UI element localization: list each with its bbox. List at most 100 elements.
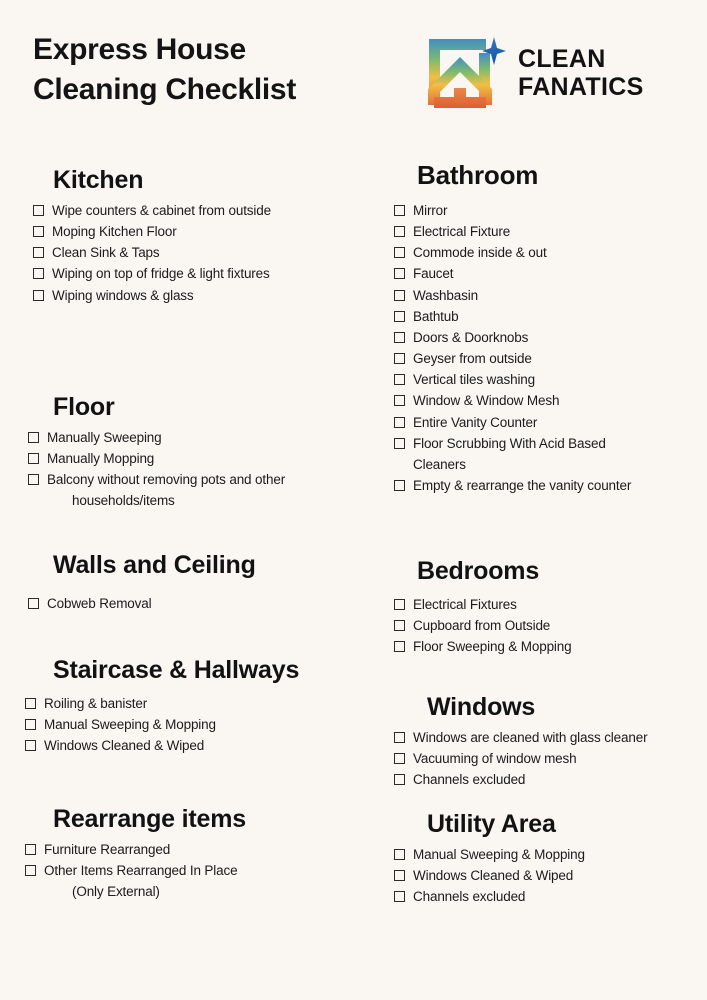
- checklist-item-label: Cobweb Removal: [47, 596, 152, 611]
- checklist-item[interactable]: Cobweb Removal: [28, 594, 383, 613]
- checklist-item[interactable]: Manual Sweeping & Mopping: [25, 715, 383, 734]
- checklist-item[interactable]: Wiping on top of fridge & light fixtures: [33, 264, 383, 283]
- checkbox-icon[interactable]: [25, 698, 36, 709]
- section-title-staircase-and-hallways: Staircase & Hallways: [53, 656, 300, 684]
- section-kitchen: Kitchen Wipe counters & cabinet from out…: [33, 166, 383, 307]
- checkbox-icon[interactable]: [394, 226, 405, 238]
- section-windows: Windows Windows are cleaned with glass c…: [394, 693, 707, 791]
- checkbox-icon[interactable]: [394, 599, 405, 610]
- checklist-item-label: Roiling & banister: [44, 696, 148, 711]
- checklist-item[interactable]: Faucet: [394, 264, 707, 283]
- checklist-item[interactable]: Windows Cleaned & Wiped: [25, 736, 383, 755]
- checklist-utility-area: Manual Sweeping & Mopping Windows Cleane…: [394, 845, 707, 906]
- checklist-item[interactable]: Furniture Rearranged: [25, 840, 383, 859]
- section-title-kitchen: Kitchen: [53, 166, 144, 194]
- checkbox-icon[interactable]: [394, 437, 405, 449]
- checkbox-icon[interactable]: [33, 226, 44, 238]
- checklist-item[interactable]: Bathtub: [394, 307, 707, 326]
- checklist-item[interactable]: Mirror: [394, 201, 707, 220]
- checkbox-icon[interactable]: [394, 774, 405, 786]
- checklist-item-label: Entire Vanity Counter: [413, 414, 538, 430]
- checkbox-icon[interactable]: [28, 432, 39, 443]
- checklist-item[interactable]: Clean Sink & Taps: [33, 243, 383, 262]
- checklist-item-label: Manual Sweeping & Mopping: [413, 847, 585, 862]
- checklist-item[interactable]: Cupboard from Outside: [394, 616, 707, 635]
- checkbox-icon[interactable]: [394, 732, 405, 743]
- checklist-item-label: Faucet: [413, 266, 454, 282]
- section-bedrooms: Bedrooms Electrical Fixtures Cupboard fr…: [394, 557, 707, 658]
- checklist-item[interactable]: Other Items Rearranged In Place: [25, 861, 383, 880]
- brand-name: CLEAN FANATICS: [518, 45, 644, 101]
- checkbox-icon[interactable]: [25, 844, 36, 855]
- checklist-item[interactable]: Floor Scrubbing With Acid Based: [394, 434, 707, 453]
- checklist-item-label: Windows Cleaned & Wiped: [413, 868, 574, 884]
- checkbox-icon[interactable]: [394, 849, 405, 860]
- checkbox-icon[interactable]: [25, 740, 36, 752]
- checkbox-icon[interactable]: [394, 480, 405, 492]
- checklist-item[interactable]: Windows Cleaned & Wiped: [394, 866, 707, 885]
- checkbox-icon[interactable]: [25, 719, 36, 731]
- checklist-item[interactable]: Channels excluded: [394, 770, 707, 789]
- checklist-item[interactable]: Manually Sweeping: [28, 428, 383, 447]
- checklist-item-label: Empty & rearrange the vanity counter: [413, 478, 632, 494]
- checklist-item[interactable]: Moping Kitchen Floor: [33, 222, 383, 241]
- checklist-item[interactable]: Entire Vanity Counter: [394, 413, 707, 432]
- checklist-item-label: Floor Sweeping & Mopping: [413, 639, 572, 655]
- checklist-item[interactable]: Wiping windows & glass: [33, 286, 383, 305]
- checklist-item-label: Vacuuming of window mesh: [413, 751, 577, 767]
- checkbox-icon[interactable]: [28, 474, 39, 486]
- checklist-item-label: Cupboard from Outside: [413, 618, 551, 634]
- checkbox-icon[interactable]: [394, 205, 405, 216]
- checklist-item[interactable]: Balcony without removing pots and other: [28, 470, 383, 489]
- checklist-item[interactable]: Window & Window Mesh: [394, 391, 707, 410]
- checklist-item-label: Wipe counters & cabinet from outside: [52, 203, 271, 218]
- checkbox-icon[interactable]: [394, 870, 405, 882]
- checkbox-icon[interactable]: [28, 453, 39, 465]
- checklist-item[interactable]: Washbasin: [394, 286, 707, 305]
- checkbox-icon[interactable]: [394, 891, 405, 903]
- checkbox-icon[interactable]: [394, 289, 405, 301]
- checkbox-icon[interactable]: [394, 374, 405, 386]
- checklist-item[interactable]: Wipe counters & cabinet from outside: [33, 201, 383, 220]
- checklist-item-label: Manual Sweeping & Mopping: [44, 717, 216, 733]
- section-title-rearrange-items: Rearrange items: [53, 805, 246, 833]
- checkbox-icon[interactable]: [394, 247, 405, 259]
- checkbox-icon[interactable]: [394, 353, 405, 365]
- checkbox-icon[interactable]: [394, 395, 405, 407]
- checkbox-icon[interactable]: [28, 598, 39, 609]
- checkbox-icon[interactable]: [394, 268, 405, 280]
- checkbox-icon[interactable]: [394, 331, 405, 343]
- checkbox-icon[interactable]: [394, 753, 405, 765]
- checklist-item[interactable]: Manually Mopping: [28, 449, 383, 468]
- checklist-item[interactable]: Roiling & banister: [25, 694, 383, 713]
- checkbox-icon[interactable]: [394, 310, 405, 322]
- page-title-line-1: Express House: [33, 33, 246, 66]
- checklist-item-label: Commode inside & out: [413, 245, 547, 261]
- checklist-item[interactable]: Electrical Fixture: [394, 222, 707, 241]
- checkbox-icon[interactable]: [394, 620, 405, 632]
- checklist-item[interactable]: Channels excluded: [394, 887, 707, 906]
- checklist-item[interactable]: Vertical tiles washing: [394, 370, 707, 389]
- checkbox-icon[interactable]: [394, 641, 405, 653]
- section-title-windows: Windows: [427, 693, 536, 721]
- checklist-item-label: Windows are cleaned with glass cleaner: [413, 730, 648, 745]
- checklist-item[interactable]: Vacuuming of window mesh: [394, 749, 707, 768]
- checkbox-icon[interactable]: [25, 865, 36, 877]
- checklist-item[interactable]: Manual Sweeping & Mopping: [394, 845, 707, 864]
- checkbox-icon[interactable]: [33, 268, 44, 280]
- checklist-item[interactable]: Commode inside & out: [394, 243, 707, 262]
- checklist-item[interactable]: Doors & Doorknobs: [394, 328, 707, 347]
- checklist-item[interactable]: Geyser from outside: [394, 349, 707, 368]
- checklist-item[interactable]: Windows are cleaned with glass cleaner: [394, 728, 707, 747]
- checklist-item-label: Wiping windows & glass: [52, 287, 194, 303]
- checklist-bathroom: Mirror Electrical Fixture Commode inside…: [394, 201, 707, 495]
- checkbox-icon[interactable]: [33, 247, 44, 259]
- checklist-item[interactable]: Electrical Fixtures: [394, 595, 707, 614]
- checkbox-icon[interactable]: [394, 416, 405, 428]
- checklist-item[interactable]: Empty & rearrange the vanity counter: [394, 476, 707, 495]
- checkbox-icon[interactable]: [33, 289, 44, 301]
- checklist-item-label: Wiping on top of fridge & light fixtures: [52, 266, 270, 282]
- checklist-item[interactable]: Floor Sweeping & Mopping: [394, 637, 707, 656]
- checkbox-icon[interactable]: [33, 205, 44, 216]
- checklist-windows: Windows are cleaned with glass cleaner V…: [394, 728, 707, 789]
